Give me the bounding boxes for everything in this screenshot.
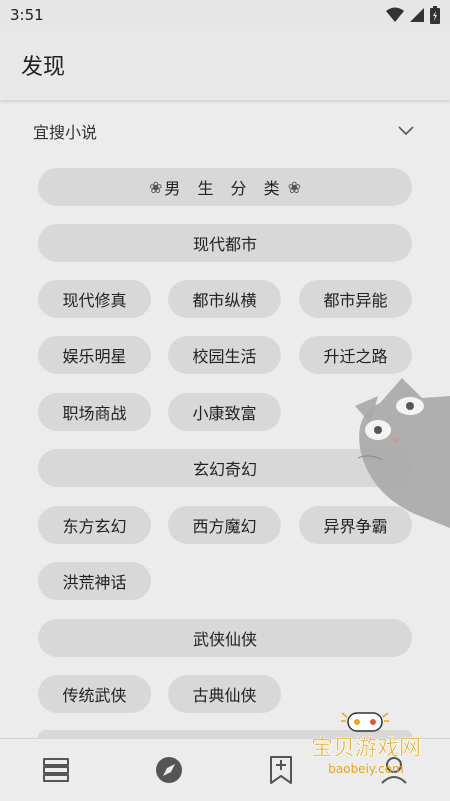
wifi-icon: [386, 7, 404, 22]
watermark-url: baobeiy.com: [328, 762, 403, 776]
category-tag[interactable]: 娱乐明星: [38, 336, 151, 374]
section-header-label: 男 生 分 类: [164, 179, 286, 198]
watermark-title: 宝贝游戏网: [311, 736, 421, 761]
category-tag[interactable]: 职场商战: [38, 393, 151, 431]
category-tag[interactable]: 现代修真: [38, 280, 151, 318]
bookshelf-icon[interactable]: [41, 757, 71, 783]
nav-bookshelf[interactable]: [26, 745, 86, 795]
app-bar: 发现: [0, 30, 450, 100]
category-tag[interactable]: 小康致富: [168, 393, 281, 431]
status-time: 3:51: [10, 6, 44, 24]
section-header-male: ❀ 男 生 分 类 ❀: [38, 168, 412, 206]
watermark-logo: 宝贝游戏网 baobeiy.com: [311, 712, 421, 776]
nav-discover[interactable]: [139, 745, 199, 795]
page-title: 发现: [21, 55, 66, 80]
flower-icon: ❀: [287, 177, 302, 197]
chevron-down-icon[interactable]: [398, 126, 414, 136]
source-selector[interactable]: 宜搜小说: [0, 108, 450, 154]
category-tag[interactable]: 西方魔幻: [168, 506, 281, 544]
battery-icon: [430, 6, 440, 24]
category-tag[interactable]: 古典仙侠: [168, 675, 281, 713]
category-tag[interactable]: 洪荒神话: [38, 562, 151, 600]
category-tag[interactable]: 东方玄幻: [38, 506, 151, 544]
status-icons: [386, 6, 440, 24]
status-bar: 3:51: [0, 0, 450, 30]
bookmark-icon[interactable]: [268, 755, 294, 785]
source-name: 宜搜小说: [33, 123, 98, 142]
cat-mascot-icon: [355, 378, 450, 528]
group-title-modern-city[interactable]: 现代都市: [38, 224, 412, 262]
category-tag[interactable]: 校园生活: [168, 336, 281, 374]
category-tag[interactable]: 都市异能: [299, 280, 412, 318]
compass-icon[interactable]: [154, 755, 184, 785]
nav-bookmark[interactable]: [251, 745, 311, 795]
group-title-wuxia[interactable]: 武侠仙侠: [38, 619, 412, 657]
signal-icon: [410, 8, 424, 22]
flower-icon: ❀: [148, 177, 163, 197]
category-tag[interactable]: 传统武侠: [38, 675, 151, 713]
category-tag[interactable]: 都市纵横: [168, 280, 281, 318]
